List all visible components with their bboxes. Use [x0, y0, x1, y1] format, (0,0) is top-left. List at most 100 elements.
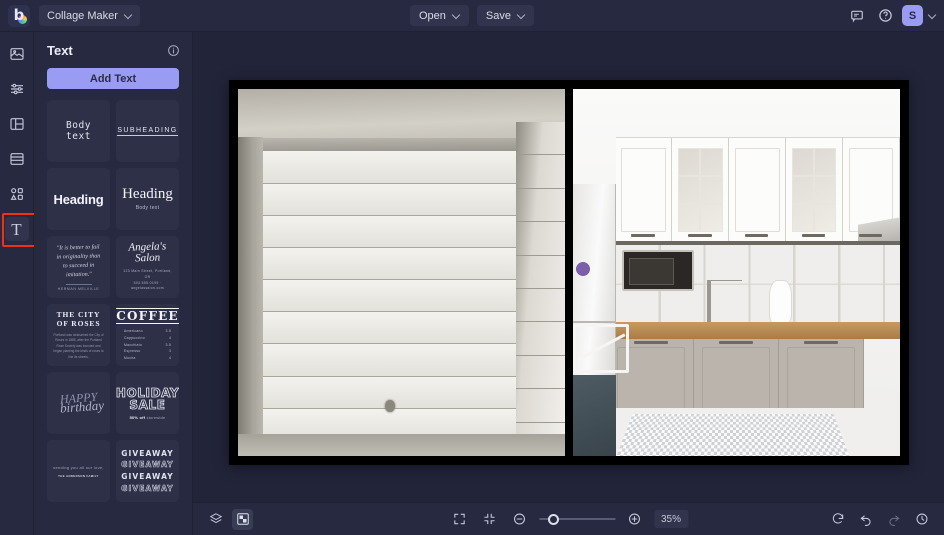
preset-sublabel-rest: storewide — [146, 414, 166, 420]
preset-label: THE CITY OF ROSES — [56, 310, 101, 329]
zoom-slider[interactable] — [538, 513, 615, 525]
wall-outlet — [385, 399, 395, 412]
text-tool-glyph: T — [11, 219, 22, 239]
kitchen-photo — [573, 89, 900, 456]
fit-screen-icon — [454, 513, 465, 525]
help-button[interactable] — [874, 5, 896, 27]
cabinet-rail — [615, 240, 900, 246]
reset-button[interactable] — [827, 509, 848, 530]
app-logo-icon[interactable]: b — [8, 4, 30, 27]
preset-subheading[interactable]: SUBHEADING — [116, 100, 179, 162]
transparency-grid-button[interactable] — [232, 508, 253, 530]
save-button[interactable]: Save — [476, 5, 534, 26]
info-icon — [168, 45, 179, 56]
chevron-down-icon — [453, 12, 460, 19]
chevron-down-icon — [125, 12, 132, 19]
preset-sublabel: THE ANDERSON FAMILY — [58, 473, 99, 478]
preset-holiday-sale[interactable]: HOLIDAY SALE 50% off storewide — [116, 372, 179, 434]
rail-item-elements[interactable] — [5, 182, 29, 206]
cabinet — [615, 137, 673, 243]
text-panel: Text Add Text Body text SUBHEADING Headi… — [34, 32, 193, 535]
back-wall — [260, 151, 520, 442]
right-wall — [515, 122, 565, 456]
coffee-menu-rows: Americano 3.5 Cappuccino 4 Macchiato 3.5… — [124, 328, 171, 362]
photos-icon — [9, 48, 24, 60]
artboard[interactable] — [229, 80, 909, 465]
sliders-icon — [10, 83, 23, 95]
preset-coffee-menu[interactable]: COFFEE Americano 3.5 Cappuccino 4 Macchi… — [116, 304, 179, 366]
menu-item-name: Mocha — [123, 356, 136, 361]
preset-heading-bold[interactable]: Heading — [47, 168, 110, 230]
preset-label: GIVEAWAY — [121, 472, 174, 481]
preset-quote[interactable]: "It is better to fail in originality tha… — [47, 236, 110, 298]
bottom-bar: 35% — [193, 502, 944, 535]
undo-icon — [859, 515, 871, 526]
rail-item-templates[interactable] — [5, 147, 29, 171]
avatar[interactable]: S — [902, 5, 923, 26]
preset-label: Heading — [53, 191, 104, 207]
undo-button[interactable] — [855, 509, 876, 530]
history-controls — [827, 509, 932, 530]
reset-icon — [832, 513, 843, 524]
patterned-rug — [616, 413, 851, 456]
layers-button[interactable] — [205, 509, 226, 530]
preset-giveaway[interactable]: GIVEAWAY GIVEAWAY GIVEAWAY GIVEAWAY — [116, 440, 179, 502]
slider-knob[interactable] — [548, 513, 560, 525]
table — [573, 375, 616, 456]
text-preset-grid: Body text SUBHEADING Heading Heading Bod… — [47, 100, 179, 502]
feedback-button[interactable] — [846, 5, 868, 27]
preset-label: GIVEAWAY — [121, 483, 174, 493]
preset-label: sending you all our love, — [53, 464, 104, 470]
grid-icon — [236, 513, 249, 525]
logo-letter: b — [13, 6, 25, 24]
file-actions: Open Save — [410, 5, 534, 26]
floor — [238, 433, 565, 456]
preset-sublabel: Body text — [135, 205, 160, 211]
rail-item-text[interactable]: T — [1, 213, 36, 247]
zoom-level-value[interactable]: 35% — [653, 510, 689, 528]
preset-sending-love[interactable]: sending you all our love, THE ANDERSON F… — [47, 440, 110, 502]
preset-quote-author: HERMAN MELVILLE — [57, 286, 100, 291]
preset-label-line1: HOLIDAY — [116, 385, 179, 400]
canvas-area[interactable] — [193, 32, 944, 502]
zoom-out-button[interactable] — [509, 509, 530, 530]
help-circle-icon — [878, 9, 892, 22]
photo-right[interactable] — [573, 89, 900, 456]
info-button[interactable] — [167, 44, 180, 57]
wood-countertop — [608, 322, 900, 339]
preset-salon[interactable]: Angela's Salon 123 Main Street, Portland… — [116, 236, 179, 298]
preset-city[interactable]: THE CITY OF ROSES Portland was nicknamed… — [47, 304, 110, 366]
fit-to-screen-button[interactable] — [449, 509, 470, 530]
photo-left[interactable] — [238, 89, 565, 456]
preset-label-line2: SALE — [129, 397, 166, 412]
preset-heading-serif[interactable]: Heading Body text — [116, 168, 179, 230]
zoom-in-button[interactable] — [624, 509, 645, 530]
preset-body-text[interactable]: Body text — [47, 100, 110, 162]
fit-to-content-button[interactable] — [479, 509, 500, 530]
project-name-dropdown[interactable]: Collage Maker — [39, 5, 140, 26]
preset-label: Heading — [122, 186, 173, 202]
cabinet — [729, 137, 787, 243]
rail-item-photos[interactable] — [5, 42, 29, 66]
view-toggles — [205, 508, 253, 530]
preset-happy-birthday[interactable]: HAPPY birthday — [47, 372, 110, 434]
minus-circle-icon — [513, 513, 526, 525]
project-name-label: Collage Maker — [47, 9, 118, 22]
menu-item: Americano 3.5 — [124, 328, 171, 335]
redo-icon — [888, 515, 900, 526]
shapes-icon — [10, 188, 23, 200]
rail-item-layout[interactable] — [5, 112, 29, 136]
history-button[interactable] — [911, 509, 932, 530]
brick-rows — [260, 151, 520, 441]
kettle — [769, 279, 793, 324]
chat-icon — [851, 10, 863, 23]
plus-circle-icon — [628, 513, 641, 525]
microwave — [622, 250, 694, 291]
account-chevron-down-icon[interactable] — [929, 12, 936, 19]
add-text-button[interactable]: Add Text — [47, 68, 179, 89]
open-button[interactable]: Open — [410, 5, 469, 26]
divider — [65, 283, 92, 285]
rail-item-adjust[interactable] — [5, 77, 29, 101]
menu-item: Mocha 4 — [124, 355, 171, 362]
redo-button[interactable] — [883, 509, 904, 530]
